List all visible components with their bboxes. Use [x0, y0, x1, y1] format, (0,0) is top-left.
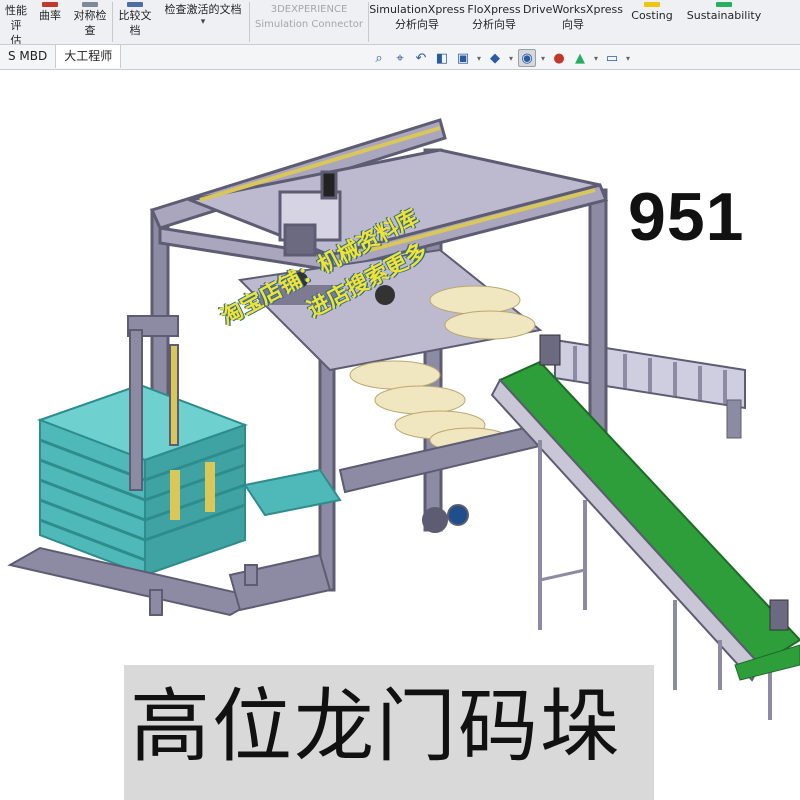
- chevron-down-icon[interactable]: ▾: [592, 54, 600, 63]
- floxpress-label: FloXpress 分析向导: [467, 3, 521, 31]
- symmetry-check-button[interactable]: 对称检 查: [68, 0, 112, 44]
- compare-documents-icon: [127, 2, 143, 7]
- floxpress-button[interactable]: FloXpress 分析向导: [465, 0, 523, 44]
- apply-scene-icon[interactable]: ▲: [571, 49, 589, 67]
- performance-evaluation-label: 性能评 估: [5, 4, 27, 45]
- chevron-down-icon[interactable]: ▾: [624, 54, 632, 63]
- curvature-button[interactable]: 曲率: [32, 0, 68, 44]
- check-active-document-button[interactable]: 检查激活的文档 ▾: [157, 0, 249, 44]
- simulation-connector-button[interactable]: 3DEXPERIENCE Simulation Connector: [250, 0, 368, 44]
- zoom-fit-icon[interactable]: ⌕: [370, 49, 388, 67]
- performance-evaluation-button[interactable]: 性能评 估: [0, 0, 32, 44]
- dropdown-arrow-icon[interactable]: ▾: [201, 17, 206, 27]
- simulationxpress-label: SimulationXpress 分析向导: [369, 3, 465, 31]
- tab-engineer[interactable]: 大工程师: [56, 45, 122, 68]
- title-card: 高位龙门码垛: [124, 665, 654, 800]
- curvature-icon: [42, 2, 58, 7]
- previous-view-icon[interactable]: ↶: [412, 49, 430, 67]
- zoom-area-icon[interactable]: ⌖: [391, 49, 409, 67]
- sustainability-button[interactable]: Sustainability: [681, 0, 767, 44]
- chevron-down-icon[interactable]: ▾: [475, 54, 483, 63]
- heads-up-view-toolbar: ⌕ ⌖ ↶ ◧ ▣ ▾ ◆ ▾ ◉ ▾ ● ▲ ▾ ▭ ▾: [370, 47, 632, 69]
- symmetry-icon: [82, 2, 98, 7]
- chevron-down-icon[interactable]: ▾: [507, 54, 515, 63]
- symmetry-check-label: 对称检 查: [73, 9, 107, 37]
- product-title: 高位龙门码垛: [130, 680, 622, 773]
- driveworksxpress-label: DriveWorksXpress 向导: [523, 3, 623, 31]
- chevron-down-icon[interactable]: ▾: [539, 54, 547, 63]
- view-orientation-icon[interactable]: ▣: [454, 49, 472, 67]
- command-manager-ribbon: 性能评 估 曲率 对称检 查 比较文 档 检查激活的文档 ▾ 3DEXPERIE…: [0, 0, 800, 45]
- costing-button[interactable]: Costing: [623, 0, 681, 44]
- costing-icon: [644, 2, 660, 7]
- model-number: 951: [628, 179, 745, 255]
- compare-documents-button[interactable]: 比较文 档: [113, 0, 157, 44]
- check-active-document-label: 检查激活的文档: [164, 3, 242, 16]
- sustainability-icon: [716, 2, 732, 7]
- hide-show-icon[interactable]: ◉: [518, 49, 536, 67]
- view-settings-icon[interactable]: ▭: [603, 49, 621, 67]
- pallet-stack: [37, 383, 342, 577]
- tab-mbd[interactable]: S MBD: [0, 45, 57, 68]
- curvature-label: 曲率: [39, 9, 61, 22]
- sustainability-label: Sustainability: [686, 9, 762, 22]
- section-view-icon[interactable]: ◧: [433, 49, 451, 67]
- compare-documents-label: 比较文 档: [118, 9, 152, 37]
- driveworksxpress-button[interactable]: DriveWorksXpress 向导: [523, 0, 623, 44]
- simulation-connector-label: 3DEXPERIENCE Simulation Connector: [254, 4, 364, 30]
- edit-appearance-icon[interactable]: ●: [550, 49, 568, 67]
- costing-label: Costing: [631, 9, 673, 22]
- display-style-icon[interactable]: ◆: [486, 49, 504, 67]
- simulationxpress-button[interactable]: SimulationXpress 分析向导: [369, 0, 465, 44]
